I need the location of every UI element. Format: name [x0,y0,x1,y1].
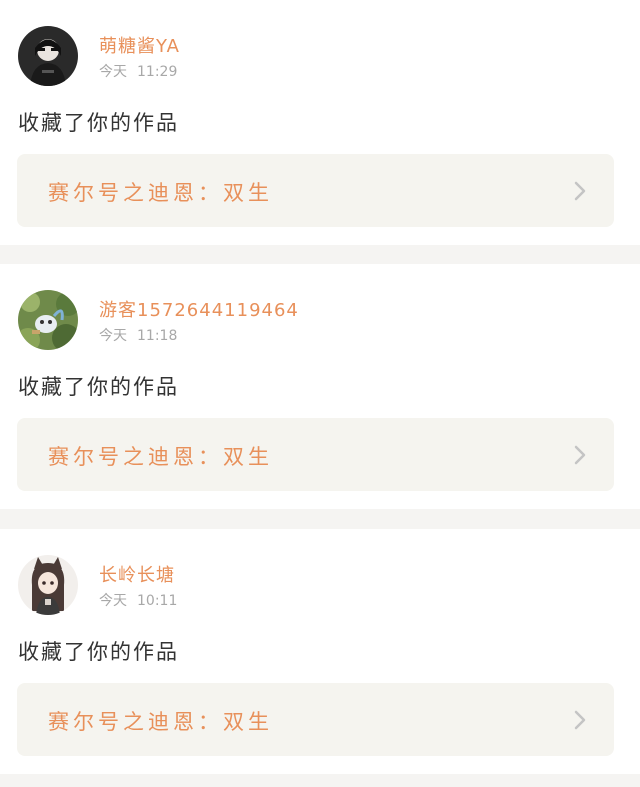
timestamp: 今天 11:18 [99,325,177,345]
notification-card: 游客1572644119464 今天 11:18 收藏了你的作品 赛尔号之迪恩：双… [0,264,640,509]
timestamp: 今天 11:29 [99,61,177,81]
notification-card: 长岭长塘 今天 10:11 收藏了你的作品 赛尔号之迪恩：双生 [0,529,640,774]
notification-feed: 萌糖酱YA 今天 11:29 收藏了你的作品 赛尔号之迪恩：双生 游客15726… [0,0,640,787]
user-avatar[interactable] [18,26,78,86]
username[interactable]: 萌糖酱YA [99,32,180,58]
avatar-nature-creature-icon [18,290,78,350]
username[interactable]: 长岭长塘 [99,561,175,587]
user-avatar[interactable] [18,290,78,350]
username[interactable]: 游客1572644119464 [99,296,299,322]
notification-card: 萌糖酱YA 今天 11:29 收藏了你的作品 赛尔号之迪恩：双生 [0,0,640,245]
work-title: 赛尔号之迪恩：双生 [48,445,273,469]
avatar-dark-portrait-icon [18,26,78,86]
time-day: 今天 [99,328,127,344]
work-link[interactable]: 赛尔号之迪恩：双生 [17,683,614,756]
chevron-right-icon [570,180,590,202]
avatar-anime-girl-icon [18,555,78,615]
work-link[interactable]: 赛尔号之迪恩：双生 [17,418,614,491]
action-text: 收藏了你的作品 [18,640,179,664]
chevron-right-icon [570,709,590,731]
chevron-right-icon [570,444,590,466]
work-link[interactable]: 赛尔号之迪恩：双生 [17,154,614,227]
time-day: 今天 [99,64,127,80]
timestamp: 今天 10:11 [99,590,177,610]
time-clock: 10:11 [137,593,178,609]
action-text: 收藏了你的作品 [18,111,179,135]
time-clock: 11:18 [137,328,178,344]
work-title: 赛尔号之迪恩：双生 [48,181,273,205]
user-avatar[interactable] [18,555,78,615]
time-day: 今天 [99,593,127,609]
time-clock: 11:29 [137,64,178,80]
work-title: 赛尔号之迪恩：双生 [48,710,273,734]
action-text: 收藏了你的作品 [18,375,179,399]
